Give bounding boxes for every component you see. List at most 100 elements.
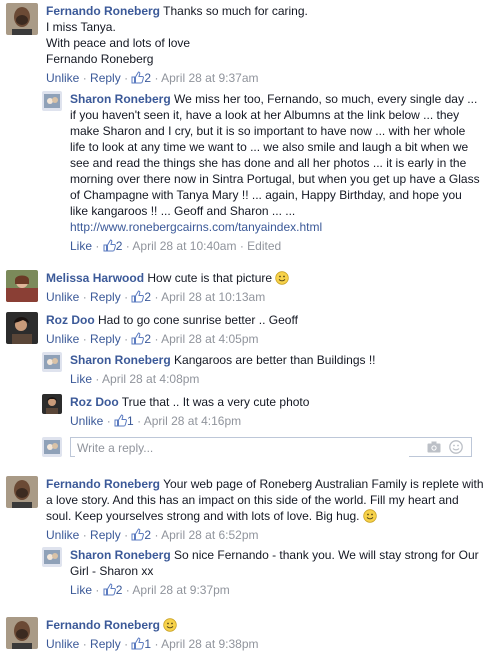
emoji-icon[interactable]	[449, 440, 463, 454]
timestamp[interactable]: April 28 at 9:38pm	[161, 637, 258, 651]
separator: ·	[154, 637, 159, 651]
avatar[interactable]	[6, 312, 38, 344]
like-link[interactable]: Like	[70, 239, 92, 253]
comment-text: We miss her too, Fernando, so much, ever…	[70, 92, 483, 218]
separator: ·	[154, 528, 159, 542]
comment-actions: Like · 2 · April 28 at 10:40am · Edited	[70, 238, 482, 254]
comment-actions: Unlike · Reply · 2 · April 28 at 6:52pm	[46, 527, 486, 543]
thumbs-up-icon	[114, 414, 127, 427]
comment-author[interactable]: Fernando Roneberg	[46, 477, 160, 491]
comment-actions: Unlike · Reply · 2 · April 28 at 10:13am	[46, 289, 486, 305]
like-count[interactable]: 1	[127, 414, 134, 428]
separator: ·	[95, 372, 100, 386]
comment-author[interactable]: Sharon Roneberg	[70, 92, 171, 106]
like-link[interactable]: Like	[70, 372, 92, 386]
avatar[interactable]	[42, 352, 62, 372]
unlike-link[interactable]: Unlike	[46, 290, 79, 304]
unlike-link[interactable]: Unlike	[46, 637, 79, 651]
thumbs-up-icon	[131, 290, 145, 303]
separator: ·	[124, 528, 129, 542]
separator: ·	[82, 637, 87, 651]
separator: ·	[82, 528, 87, 542]
separator: ·	[82, 332, 87, 346]
thumbs-up-icon	[103, 239, 116, 252]
like-count[interactable]: 2	[116, 583, 123, 597]
like-count[interactable]: 1	[144, 637, 151, 651]
comment-author[interactable]: Fernando Roneberg	[46, 4, 160, 18]
avatar	[42, 437, 62, 457]
unlike-link[interactable]: Unlike	[70, 414, 103, 428]
like-link[interactable]: Like	[70, 583, 92, 597]
like-count[interactable]: 2	[144, 290, 151, 304]
like-count[interactable]: 2	[144, 528, 151, 542]
comment-author[interactable]: Roz Doo	[70, 395, 119, 409]
camera-icon[interactable]	[427, 441, 441, 453]
comment-actions: Unlike · Reply · 2 · April 28 at 9:37am	[46, 70, 486, 86]
avatar[interactable]	[42, 91, 62, 111]
thumbs-up-icon	[131, 332, 145, 345]
reply-input[interactable]	[75, 439, 409, 457]
separator: ·	[239, 239, 244, 253]
avatar[interactable]	[6, 270, 38, 302]
separator: ·	[95, 583, 100, 597]
thumbs-up-icon	[131, 71, 145, 84]
reply-link[interactable]: Reply	[90, 332, 121, 346]
timestamp[interactable]: April 28 at 6:52pm	[161, 528, 258, 542]
comment-actions: Like · April 28 at 4:08pm	[70, 371, 482, 387]
comment-text: True that .. It was a very cute photo	[121, 395, 310, 409]
reply-link[interactable]: Reply	[90, 637, 121, 651]
album-link[interactable]: http://www.ronebergcairns.com/tanyaindex…	[70, 220, 322, 234]
reply-link[interactable]: Reply	[90, 290, 121, 304]
separator: ·	[137, 414, 142, 428]
avatar[interactable]	[6, 3, 38, 35]
thumbs-up-icon	[103, 583, 116, 596]
like-count[interactable]: 2	[116, 239, 123, 253]
separator: ·	[124, 71, 129, 85]
separator: ·	[95, 239, 100, 253]
comment-author[interactable]: Sharon Roneberg	[70, 353, 171, 367]
comment-author[interactable]: Sharon Roneberg	[70, 548, 171, 562]
comment-author[interactable]: Fernando Roneberg	[46, 618, 160, 632]
separator: ·	[124, 290, 129, 304]
separator: ·	[154, 290, 159, 304]
avatar[interactable]	[6, 617, 38, 649]
comment-actions: Unlike · 1 · April 28 at 4:16pm	[70, 413, 482, 429]
reply-link[interactable]: Reply	[90, 528, 121, 542]
comment-author[interactable]: Melissa Harwood	[46, 271, 144, 285]
reply-composer	[70, 437, 472, 457]
comment-author[interactable]: Roz Doo	[46, 313, 95, 327]
timestamp[interactable]: April 28 at 9:37am	[161, 71, 258, 85]
thumbs-up-icon	[131, 528, 145, 541]
timestamp[interactable]: April 28 at 4:08pm	[102, 372, 199, 386]
unlike-link[interactable]: Unlike	[46, 71, 79, 85]
comment-actions: Unlike · Reply · 2 · April 28 at 4:05pm	[46, 331, 486, 347]
smiley-icon	[163, 618, 178, 632]
timestamp[interactable]: April 28 at 4:16pm	[144, 414, 241, 428]
avatar[interactable]	[6, 476, 38, 508]
comment-text: How cute is that picture	[147, 271, 273, 285]
unlike-link[interactable]: Unlike	[46, 332, 79, 346]
unlike-link[interactable]: Unlike	[46, 528, 79, 542]
separator: ·	[154, 71, 159, 85]
separator: ·	[82, 290, 87, 304]
comment-actions: Like · 2 · April 28 at 9:37pm	[70, 582, 482, 598]
separator: ·	[125, 583, 130, 597]
avatar[interactable]	[42, 547, 62, 567]
timestamp[interactable]: April 28 at 10:40am	[132, 239, 236, 253]
like-count[interactable]: 2	[144, 71, 151, 85]
timestamp[interactable]: April 28 at 4:05pm	[161, 332, 258, 346]
timestamp[interactable]: April 28 at 10:13am	[161, 290, 265, 304]
edited-label[interactable]: Edited	[247, 239, 281, 253]
separator: ·	[124, 637, 129, 651]
like-count[interactable]: 2	[144, 332, 151, 346]
avatar[interactable]	[42, 394, 62, 414]
timestamp[interactable]: April 28 at 9:37pm	[132, 583, 229, 597]
smiley-icon	[363, 509, 377, 523]
separator: ·	[106, 414, 111, 428]
reply-link[interactable]: Reply	[90, 71, 121, 85]
smiley-icon	[275, 271, 290, 285]
comment-text: Had to go cone sunrise better .. Geoff	[98, 313, 298, 327]
thumbs-up-icon	[131, 637, 145, 650]
separator: ·	[125, 239, 130, 253]
comment-actions: Unlike · Reply · 1 · April 28 at 9:38pm	[46, 636, 486, 652]
